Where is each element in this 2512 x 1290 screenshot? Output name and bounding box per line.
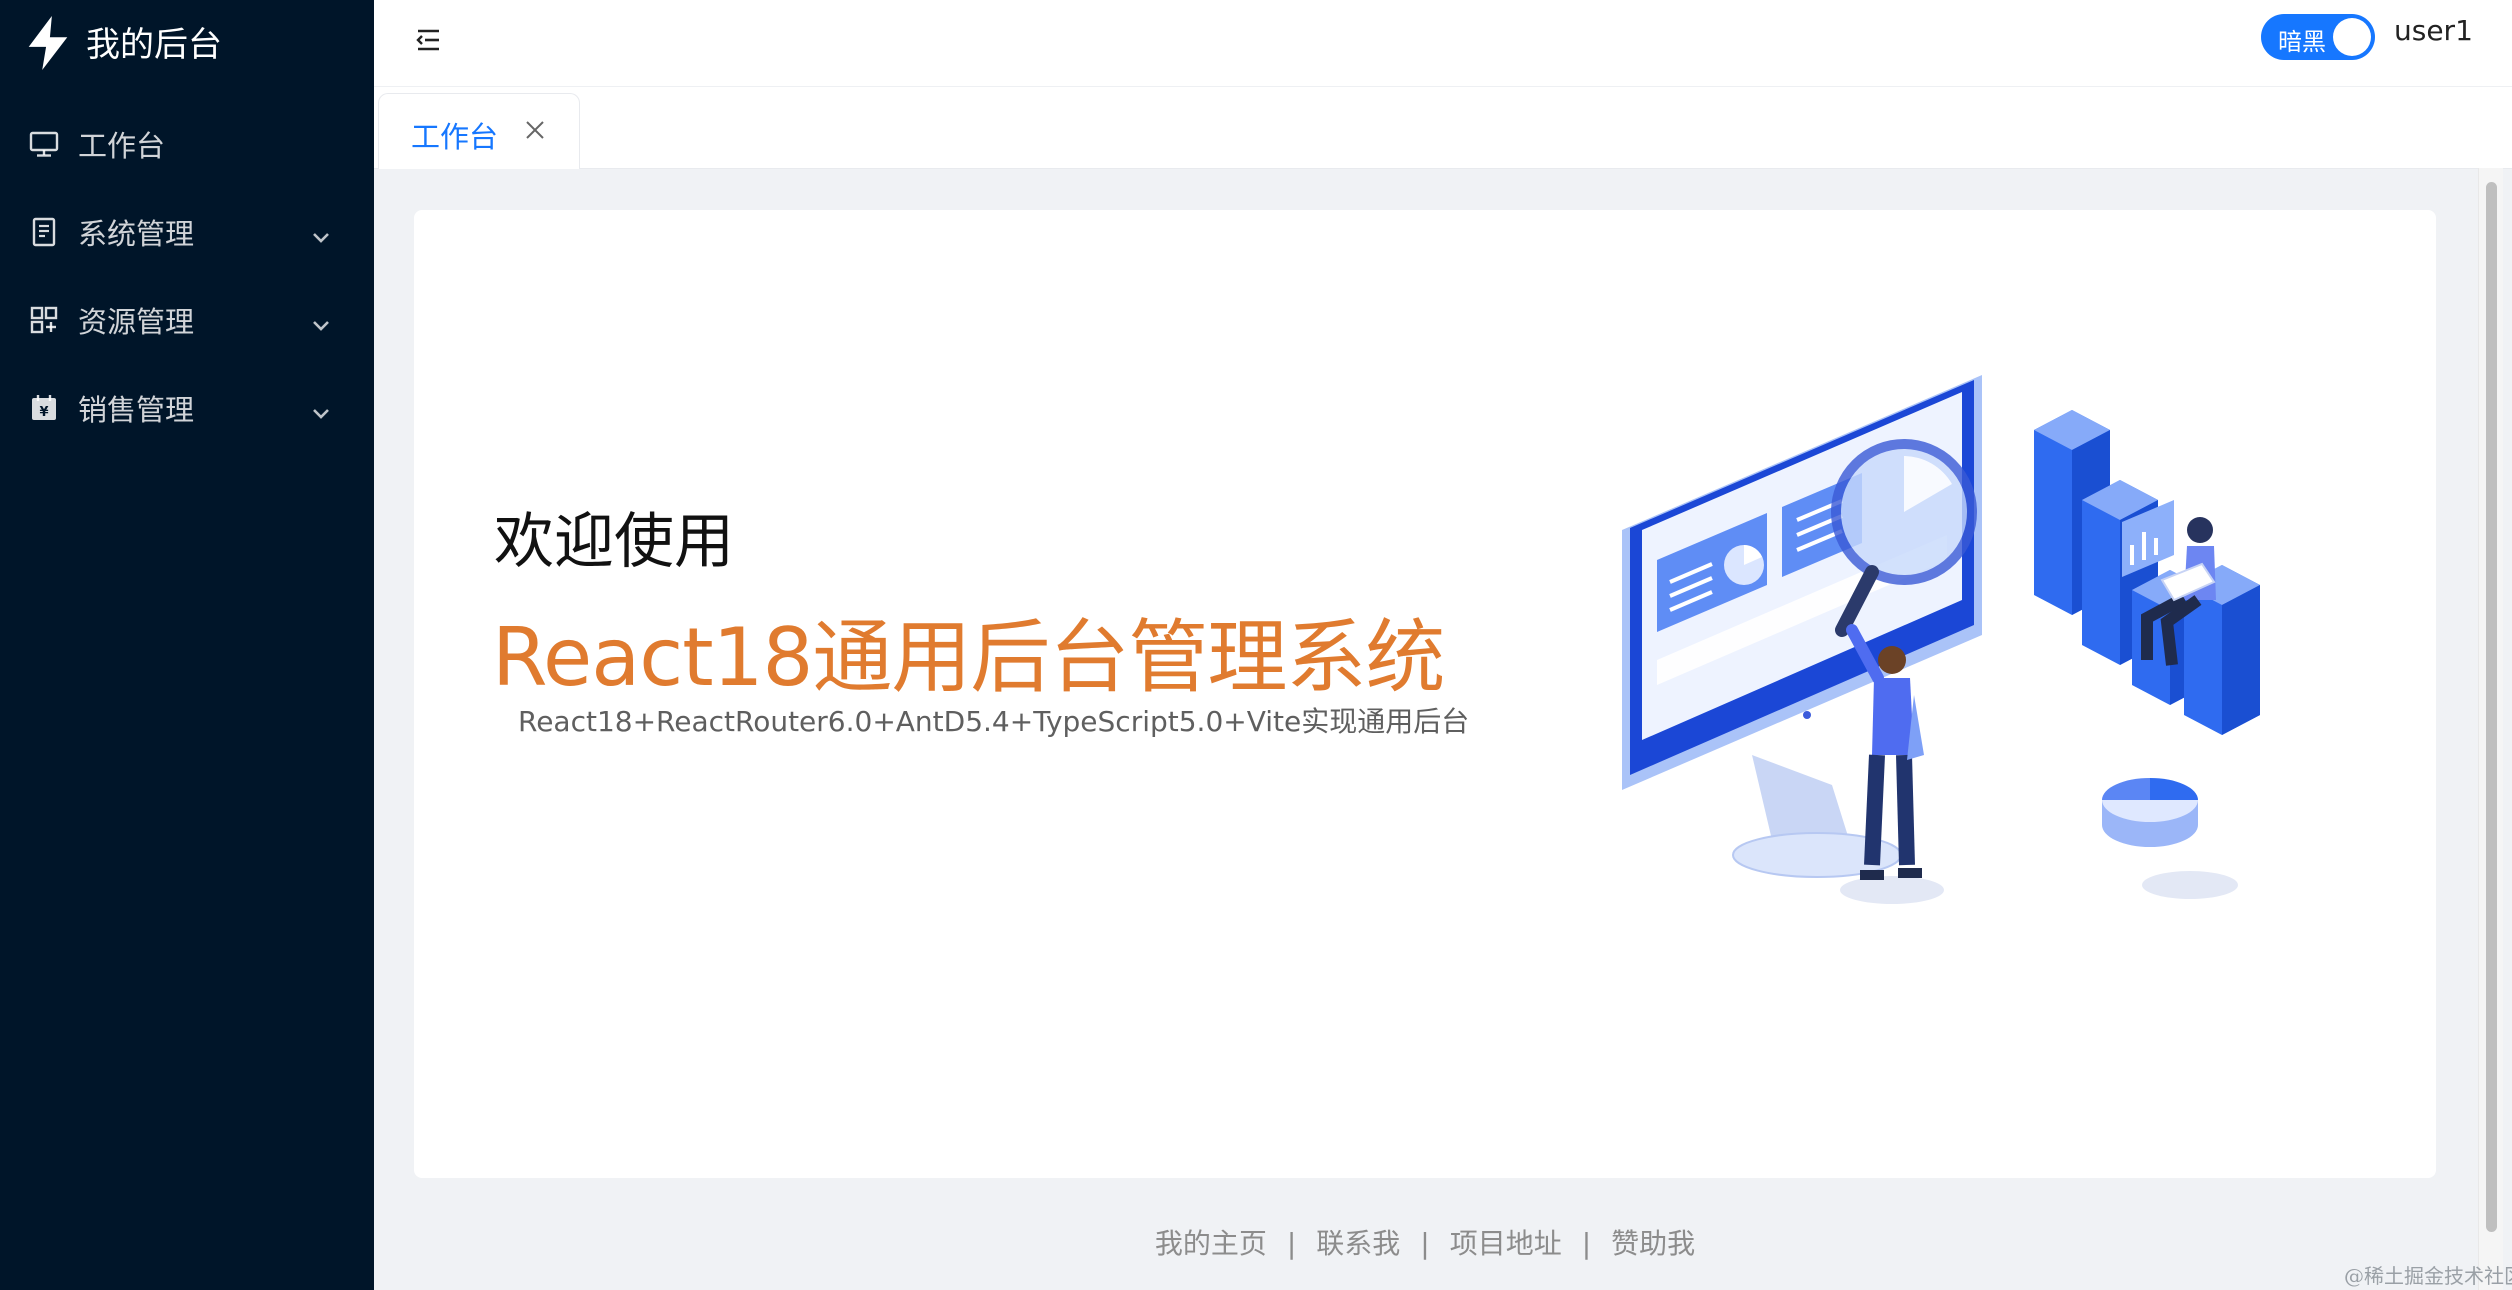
toggle-label: 暗黑 <box>2278 28 2326 56</box>
wallet-icon: ¥ <box>28 392 60 424</box>
page-subtitle: React18+ReactRouter6.0+AntD5.4+TypeScrip… <box>518 705 1470 738</box>
sidebar-item-label: 资源管理 <box>78 305 195 339</box>
user-menu[interactable]: user1 <box>2394 14 2473 47</box>
logo-text: 我的后台 <box>86 25 222 65</box>
sidebar: 我的后台 工作台 系统管理 资源管理 ¥ 销售管理 <box>0 0 374 1290</box>
sidebar-item-label: 系统管理 <box>78 217 195 251</box>
footer-link-contact[interactable]: 联系我 <box>1316 1227 1400 1260</box>
chevron-down-icon <box>310 397 332 419</box>
footer-link-sponsor[interactable]: 赞助我 <box>1611 1227 1695 1260</box>
svg-text:¥: ¥ <box>39 405 48 420</box>
toggle-knob <box>2333 18 2371 56</box>
footer-separator: | <box>1581 1227 1592 1260</box>
footer: 我的主页 | 联系我 | 项目地址 | 赞助我 <box>414 1222 2436 1266</box>
welcome-card: 欢迎使用 React18通用后台管理系统 React18+ReactRouter… <box>414 210 2436 1178</box>
logo[interactable] <box>24 10 72 80</box>
scrollbar[interactable] <box>2478 168 2503 1290</box>
sidebar-item-label: 工作台 <box>78 129 166 163</box>
desktop-icon <box>28 128 60 160</box>
tab-label: 工作台 <box>411 120 499 154</box>
close-icon[interactable] <box>523 118 547 142</box>
dark-mode-toggle[interactable]: 暗黑 <box>2261 14 2375 60</box>
sidebar-item-resources[interactable]: 资源管理 <box>0 276 374 364</box>
document-icon <box>28 216 60 248</box>
sidebar-item-label: 销售管理 <box>78 393 195 427</box>
page-title: React18通用后台管理系统 <box>492 611 1445 704</box>
sidebar-menu: 工作台 系统管理 资源管理 ¥ 销售管理 <box>0 100 374 452</box>
chevron-down-icon <box>310 309 332 331</box>
menu-fold-icon[interactable] <box>410 22 446 58</box>
footer-link-project[interactable]: 项目地址 <box>1450 1227 1562 1260</box>
sidebar-item-dashboard[interactable]: 工作台 <box>0 100 374 188</box>
header: 暗黑 user1 <box>374 0 2512 87</box>
footer-separator: | <box>1420 1227 1430 1260</box>
tab-dashboard[interactable]: 工作台 <box>378 93 580 169</box>
watermark: @稀土掘金技术社区 <box>2344 1264 2512 1288</box>
sidebar-item-system[interactable]: 系统管理 <box>0 188 374 276</box>
welcome-greeting: 欢迎使用 <box>494 507 734 577</box>
scrollbar-thumb[interactable] <box>2486 182 2497 1232</box>
sidebar-item-sales[interactable]: ¥ 销售管理 <box>0 364 374 452</box>
appstore-icon <box>28 304 60 336</box>
lightning-icon <box>24 16 72 74</box>
footer-link-homepage[interactable]: 我的主页 <box>1155 1227 1267 1260</box>
footer-separator: | <box>1286 1227 1297 1260</box>
dashboard-illustration <box>1602 360 2372 960</box>
chevron-down-icon <box>310 221 332 243</box>
tabs-bar: 工作台 <box>374 87 2512 169</box>
